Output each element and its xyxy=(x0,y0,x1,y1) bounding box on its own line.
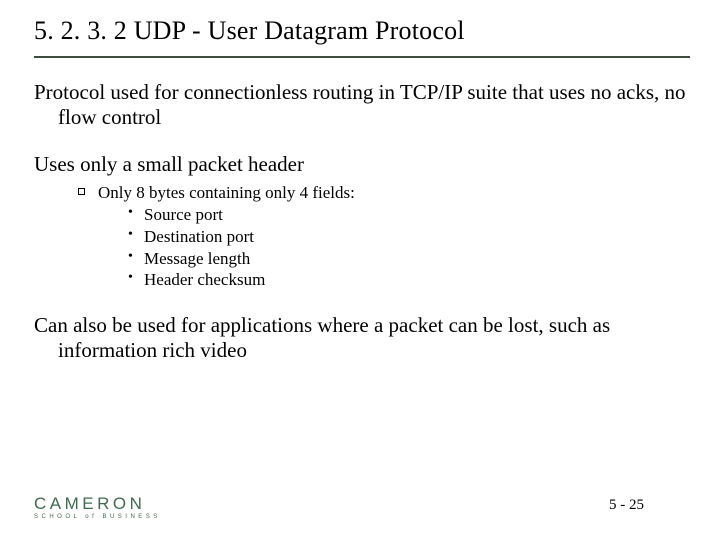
sublist: Only 8 bytes containing only 4 fields: S… xyxy=(78,182,690,291)
field-header-checksum: Header checksum xyxy=(128,269,690,291)
field-source-port: Source port xyxy=(128,204,690,226)
field-message-length: Message length xyxy=(128,248,690,270)
page-number: 5 - 25 xyxy=(609,497,644,514)
slide-body: Protocol used for connectionless routing… xyxy=(34,80,690,385)
field-destination-port: Destination port xyxy=(128,226,690,248)
paragraph-applications: Can also be used for applications where … xyxy=(34,313,690,363)
slide: 5. 2. 3. 2 UDP - User Datagram Protocol … xyxy=(0,0,720,540)
square-bullet-icon xyxy=(78,188,85,195)
paragraph-header-size: Uses only a small packet header xyxy=(34,152,690,177)
slide-title: 5. 2. 3. 2 UDP - User Datagram Protocol xyxy=(34,16,465,46)
brand-tagline: SCHOOL of BUSINESS xyxy=(34,514,161,520)
brand-logo: CAMERON SCHOOL of BUSINESS xyxy=(34,495,161,520)
sub-item-label: Only 8 bytes containing only 4 fields: xyxy=(98,183,355,202)
field-list: Source port Destination port Message len… xyxy=(128,204,690,291)
paragraph-intro: Protocol used for connectionless routing… xyxy=(34,80,690,130)
sub-item-fields: Only 8 bytes containing only 4 fields: S… xyxy=(78,182,690,291)
brand-wordmark: CAMERON xyxy=(34,495,161,512)
title-underline xyxy=(34,56,690,58)
